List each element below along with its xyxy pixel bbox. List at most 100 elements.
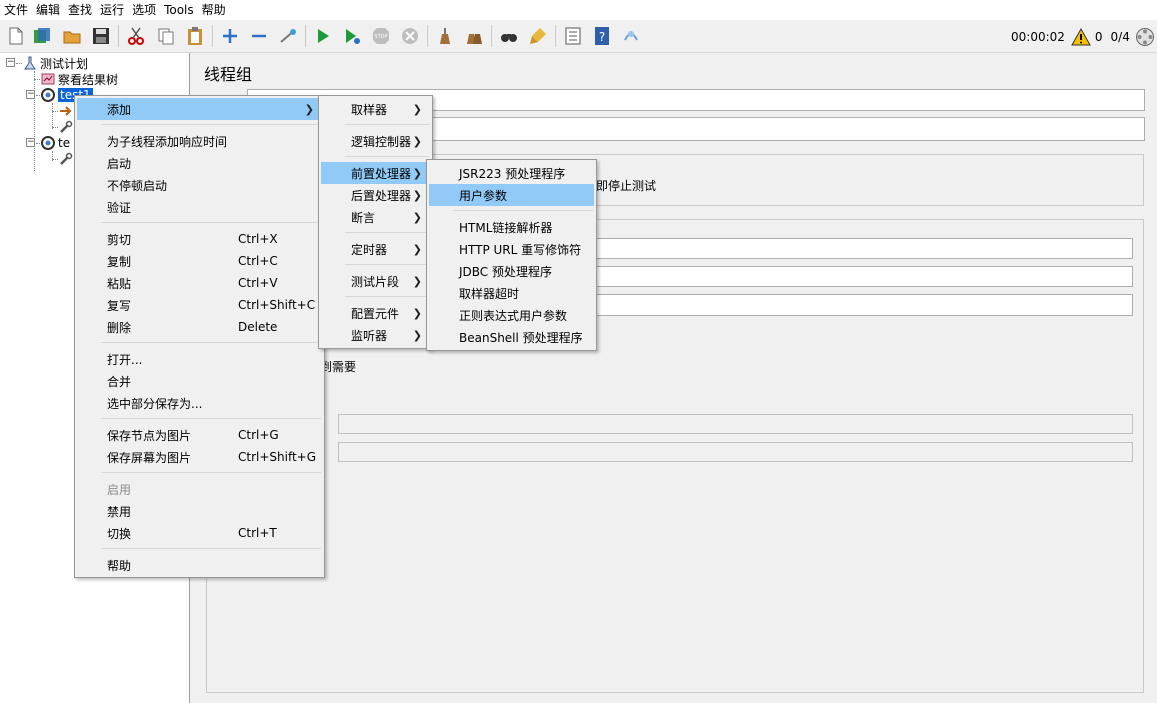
submenu-item-beanshell-preprocessor[interactable]: BeanShell 预处理程序 bbox=[429, 326, 594, 348]
paste-icon[interactable] bbox=[183, 24, 207, 48]
chevron-right-icon: ❯ bbox=[304, 102, 314, 116]
context-menu: 添加 ❯ 为子线程添加响应时间 启动 不停顿启动 验证 剪切 Ctrl+X 复制… bbox=[74, 95, 325, 578]
remote-icon[interactable] bbox=[619, 24, 643, 48]
reset-search-icon[interactable] bbox=[526, 24, 550, 48]
menu-item-save-screen-image[interactable]: 保存屏幕为图片 Ctrl+Shift+G bbox=[77, 446, 322, 468]
submenu-item-html-link-parser[interactable]: HTML链接解析器 bbox=[429, 216, 594, 238]
menu-search[interactable]: 查找 bbox=[64, 0, 96, 20]
submenu-item-logic-controller[interactable]: 逻辑控制器 ❯ bbox=[321, 130, 430, 152]
clear-icon[interactable] bbox=[433, 24, 457, 48]
toolbar-status: 00:00:02 0 0/4 bbox=[1011, 20, 1155, 53]
menu-item-delete[interactable]: 删除 Delete bbox=[77, 316, 322, 338]
menu-item-start-no-pause[interactable]: 不停顿启动 bbox=[77, 174, 322, 196]
tree-node-results-tree[interactable]: 察看结果树 bbox=[40, 71, 118, 87]
chevron-right-icon: ❯ bbox=[412, 274, 422, 288]
menu-item-save-node-image[interactable]: 保存节点为图片 Ctrl+G bbox=[77, 424, 322, 446]
svg-text:STOP: STOP bbox=[374, 34, 387, 40]
sampler-arrow-icon bbox=[58, 103, 74, 119]
menu-item-help[interactable]: 帮助 bbox=[77, 554, 322, 576]
clear-all-icon[interactable] bbox=[462, 24, 486, 48]
stop-icon[interactable]: STOP bbox=[369, 24, 393, 48]
svg-text:?: ? bbox=[599, 30, 605, 44]
menu-edit[interactable]: 编辑 bbox=[32, 0, 64, 20]
delay-thread-label: 到需要 bbox=[320, 360, 357, 374]
open-icon[interactable] bbox=[60, 24, 84, 48]
submenu-item-jdbc-preprocessor[interactable]: JDBC 预处理程序 bbox=[429, 260, 594, 282]
submenu-item-post-processors[interactable]: 后置处理器 ❯ bbox=[321, 184, 430, 206]
menu-item-add[interactable]: 添加 ❯ bbox=[77, 98, 322, 120]
menu-options[interactable]: 选项 bbox=[128, 0, 160, 20]
submenu-item-test-fragment[interactable]: 测试片段 ❯ bbox=[321, 270, 430, 292]
submenu-item-sample-timeout[interactable]: 取样器超时 bbox=[429, 282, 594, 304]
wrench-icon bbox=[58, 151, 74, 167]
submenu-item-user-parameters[interactable]: 用户参数 bbox=[429, 184, 594, 206]
new-icon[interactable] bbox=[4, 24, 28, 48]
add-submenu: 取样器 ❯ 逻辑控制器 ❯ 前置处理器 ❯ 后置处理器 ❯ 断言 ❯ 定时器 ❯… bbox=[318, 95, 433, 349]
menu-item-disable[interactable]: 禁用 bbox=[77, 500, 322, 522]
menu-item-copy[interactable]: 复制 Ctrl+C bbox=[77, 250, 322, 272]
menu-item-start[interactable]: 启动 bbox=[77, 152, 322, 174]
page-title: 线程组 bbox=[204, 65, 253, 84]
menu-item-enable: 启用 bbox=[107, 482, 132, 497]
search-icon[interactable] bbox=[497, 24, 521, 48]
submenu-item-timer[interactable]: 定时器 ❯ bbox=[321, 238, 430, 260]
menu-item-validate[interactable]: 验证 bbox=[77, 196, 322, 218]
submenu-item-sampler[interactable]: 取样器 ❯ bbox=[321, 98, 430, 120]
submenu-item-pre-processors[interactable]: 前置处理器 ❯ bbox=[321, 162, 430, 184]
chevron-right-icon: ❯ bbox=[412, 188, 422, 202]
test-plan-icon bbox=[22, 55, 38, 71]
error-action-label: 即停止测试 bbox=[596, 179, 657, 193]
warning-icon[interactable] bbox=[1071, 27, 1091, 46]
startup-delay-field[interactable] bbox=[338, 442, 1133, 462]
menu-item-add-think-times[interactable]: 为子线程添加响应时间 bbox=[77, 130, 322, 152]
chevron-right-icon: ❯ bbox=[412, 306, 422, 320]
menu-file[interactable]: 文件 bbox=[0, 0, 32, 20]
elapsed-timer: 00:00:02 bbox=[1011, 29, 1065, 44]
menu-item-merge[interactable]: 合并 bbox=[77, 370, 322, 392]
function-helper-icon[interactable] bbox=[561, 24, 585, 48]
tree-node-thread-group-2[interactable]: te bbox=[40, 135, 70, 151]
menu-item-toggle[interactable]: 切换 Ctrl+T bbox=[77, 522, 322, 544]
ramp-up-field[interactable] bbox=[592, 266, 1133, 287]
cut-icon[interactable] bbox=[124, 24, 148, 48]
threads-count-field[interactable] bbox=[592, 238, 1133, 259]
tree-collapse-toggle[interactable]: − bbox=[26, 90, 35, 99]
shutdown-icon[interactable] bbox=[398, 24, 422, 48]
templates-icon[interactable] bbox=[30, 24, 54, 48]
wrench-icon bbox=[58, 119, 74, 135]
chevron-right-icon: ❯ bbox=[412, 166, 422, 180]
chevron-right-icon: ❯ bbox=[412, 242, 422, 256]
submenu-item-listener[interactable]: 监听器 ❯ bbox=[321, 324, 430, 346]
duration-field[interactable] bbox=[338, 414, 1133, 434]
tree-node-test-plan[interactable]: 测试计划 bbox=[22, 55, 88, 71]
toggle-icon[interactable] bbox=[276, 24, 300, 48]
menu-bar: 文件 编辑 查找 运行 选项 Tools 帮助 bbox=[0, 0, 1157, 20]
chevron-right-icon: ❯ bbox=[412, 134, 422, 148]
copy-icon[interactable] bbox=[154, 24, 178, 48]
menu-item-save-selection[interactable]: 选中部分保存为... bbox=[77, 392, 322, 414]
warning-count: 0 bbox=[1094, 29, 1103, 44]
menu-item-paste[interactable]: 粘贴 Ctrl+V bbox=[77, 272, 322, 294]
menu-item-duplicate[interactable]: 复写 Ctrl+Shift+C bbox=[77, 294, 322, 316]
submenu-item-config-element[interactable]: 配置元件 ❯ bbox=[321, 302, 430, 324]
expand-icon[interactable] bbox=[218, 24, 242, 48]
submenu-item-assertions[interactable]: 断言 ❯ bbox=[321, 206, 430, 228]
submenu-item-regex-user-parameters[interactable]: 正则表达式用户参数 bbox=[429, 304, 594, 326]
loop-count-field[interactable] bbox=[592, 294, 1133, 316]
tree-collapse-toggle[interactable]: − bbox=[6, 58, 15, 67]
menu-item-cut[interactable]: 剪切 Ctrl+X bbox=[77, 228, 322, 250]
menu-help[interactable]: 帮助 bbox=[198, 0, 230, 20]
save-icon[interactable] bbox=[89, 24, 113, 48]
help-icon[interactable]: ? bbox=[590, 24, 614, 48]
start-icon[interactable] bbox=[311, 24, 335, 48]
menu-run[interactable]: 运行 bbox=[96, 0, 128, 20]
tree-collapse-toggle[interactable]: − bbox=[26, 138, 35, 147]
collapse-icon[interactable] bbox=[247, 24, 271, 48]
menu-item-open[interactable]: 打开... bbox=[77, 348, 322, 370]
submenu-item-http-url-rewriting[interactable]: HTTP URL 重写修饰符 bbox=[429, 238, 594, 260]
pre-processor-submenu: JSR223 预处理程序 用户参数 HTML链接解析器 HTTP URL 重写修… bbox=[426, 159, 597, 351]
start-no-pause-icon[interactable] bbox=[340, 24, 364, 48]
chevron-right-icon: ❯ bbox=[412, 210, 422, 224]
submenu-item-jsr223-preprocessor[interactable]: JSR223 预处理程序 bbox=[429, 162, 594, 184]
menu-tools[interactable]: Tools bbox=[160, 0, 198, 20]
